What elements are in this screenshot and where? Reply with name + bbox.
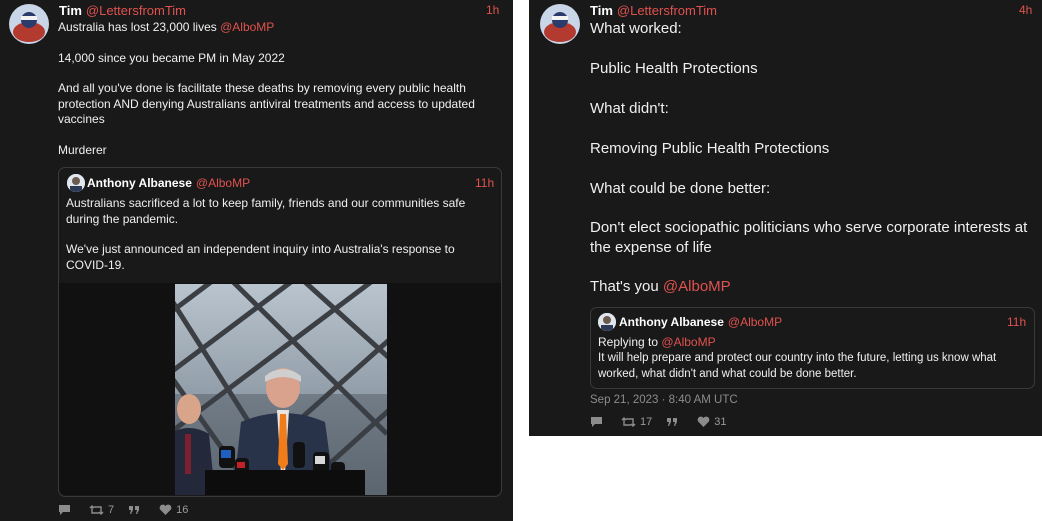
comment-icon bbox=[59, 505, 70, 515]
repost-count: 17 bbox=[640, 416, 653, 428]
quote-icon bbox=[129, 506, 140, 514]
post-line-2: 14,000 since you became PM in May 2022 bbox=[58, 50, 285, 65]
repost-button[interactable]: 7 bbox=[89, 504, 114, 516]
repost-button[interactable]: 17 bbox=[621, 416, 652, 428]
tim-avatar[interactable] bbox=[540, 4, 580, 44]
quoted-handle[interactable]: @AlboMP bbox=[728, 315, 782, 329]
post-time[interactable]: 4h bbox=[1019, 3, 1032, 17]
author-name[interactable]: Tim @LettersfromTim bbox=[59, 3, 186, 18]
post-line-1: What worked: bbox=[590, 20, 682, 37]
post-line-3: And all you've done is facilitate these … bbox=[58, 81, 475, 126]
comment-icon bbox=[591, 417, 602, 427]
reply-button[interactable] bbox=[58, 504, 75, 516]
like-button[interactable]: 16 bbox=[159, 504, 188, 516]
like-count: 31 bbox=[714, 416, 727, 428]
quoted-tweet[interactable]: Anthony Albanese @AlboMP 11h Australians … bbox=[58, 167, 502, 497]
quoted-handle[interactable]: @AlboMP bbox=[196, 176, 250, 190]
quoted-line-1: Australians sacrificed a lot to keep fam… bbox=[66, 196, 466, 226]
post-line-6: Don't elect sociopathic politicians who … bbox=[590, 219, 1028, 256]
post-line-4: Murderer bbox=[58, 142, 107, 157]
like-button[interactable]: 31 bbox=[697, 416, 727, 428]
tim-avatar[interactable] bbox=[9, 4, 49, 44]
quote-button[interactable] bbox=[666, 416, 683, 428]
replying-to-link[interactable]: @AlboMP bbox=[661, 335, 715, 349]
post-line-7: That's you bbox=[590, 278, 659, 295]
heart-icon bbox=[159, 504, 172, 515]
repost-count: 7 bbox=[108, 504, 115, 516]
mention-link[interactable]: @AlboMP bbox=[663, 278, 731, 295]
quoted-time[interactable]: 11h bbox=[475, 176, 494, 190]
press-conference-image[interactable] bbox=[175, 284, 387, 495]
post-time[interactable]: 1h bbox=[486, 3, 499, 17]
quoted-replying-line: Replying to @AlboMP bbox=[598, 335, 716, 349]
quoted-line-2: We've just announced an independent inqu… bbox=[66, 242, 455, 272]
post-timestamp[interactable]: Sep 21, 2023 · 8:40 AM UTC bbox=[590, 394, 738, 406]
right-tweet-panel: Tim @LettersfromTim 4h What worked: Publi… bbox=[529, 0, 1042, 436]
post-line-3: What didn't: bbox=[590, 100, 669, 117]
like-count: 16 bbox=[176, 504, 189, 516]
repost-icon bbox=[89, 505, 104, 515]
quote-button[interactable] bbox=[128, 504, 145, 516]
quoted-author[interactable]: Anthony Albanese @AlboMP bbox=[619, 315, 782, 329]
left-action-bar: 7 16 bbox=[58, 504, 202, 516]
albanese-avatar bbox=[67, 174, 85, 192]
quoted-time[interactable]: 11h bbox=[1007, 315, 1026, 329]
heart-icon bbox=[697, 416, 710, 427]
post-line-2: Public Health Protections bbox=[590, 60, 758, 77]
left-tweet-panel: Tim @LettersfromTim 1h Australia has lost… bbox=[0, 0, 513, 521]
quoted-author[interactable]: Anthony Albanese @AlboMP bbox=[87, 176, 250, 190]
quoted-tweet[interactable]: Anthony Albanese @AlboMP 11h Replying to … bbox=[590, 307, 1035, 389]
right-action-bar: 17 31 bbox=[590, 416, 741, 428]
quote-icon bbox=[667, 418, 678, 426]
post-text: What worked: Public Health Protections W… bbox=[590, 19, 1030, 297]
quoted-text: It will help prepare and protect our cou… bbox=[598, 352, 997, 380]
author-handle[interactable]: @LettersfromTim bbox=[86, 3, 186, 18]
author-name[interactable]: Tim @LettersfromTim bbox=[590, 3, 717, 18]
author-handle[interactable]: @LettersfromTim bbox=[617, 3, 717, 18]
albanese-avatar bbox=[598, 313, 616, 331]
reply-button[interactable] bbox=[590, 416, 607, 428]
post-text: Australia has lost 23,000 lives @AlboMP … bbox=[58, 20, 498, 158]
post-line-4: Removing Public Health Protections bbox=[590, 140, 830, 157]
quoted-text: Australians sacrificed a lot to keep fam… bbox=[66, 196, 486, 273]
post-line-1: Australia has lost 23,000 lives bbox=[58, 20, 217, 34]
repost-icon bbox=[621, 417, 636, 427]
post-line-5: What could be done better: bbox=[590, 180, 771, 197]
mention-link[interactable]: @AlboMP bbox=[220, 20, 274, 34]
